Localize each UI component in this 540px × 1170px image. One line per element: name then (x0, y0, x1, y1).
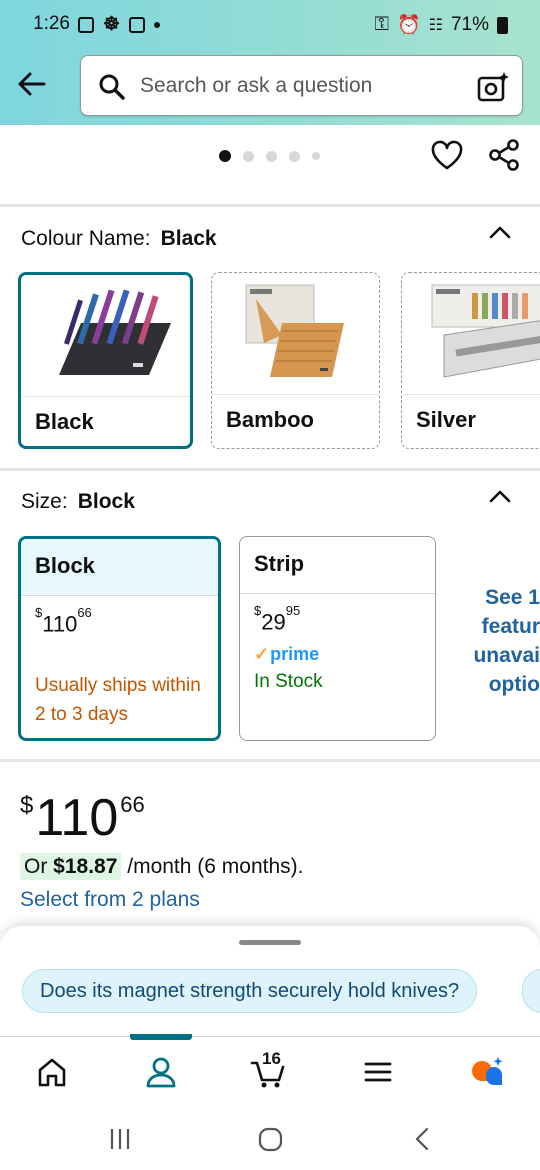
monthly-prefix: Or (24, 855, 48, 878)
alert-icon: ☸ (103, 14, 121, 35)
currency-symbol: $ (35, 605, 43, 620)
see-unavailable-options-link[interactable]: See 1 featur unavai optio (472, 583, 540, 699)
active-tab-indicator (130, 1034, 192, 1040)
chevron-up-icon[interactable] (488, 488, 512, 504)
monthly-suffix: /month (6 months). (127, 855, 304, 878)
card-separator (21, 595, 218, 596)
more-notifications-icon (154, 21, 161, 28)
image-carousel-dots[interactable] (219, 150, 320, 162)
search-placeholder: Search or ask a question (140, 74, 373, 97)
sheet-drag-handle[interactable] (239, 940, 301, 945)
status-bar: 1:26 ☸ ⚿ ⏰ ☷ 71% (0, 0, 540, 48)
recent-apps-icon[interactable] (105, 1124, 135, 1154)
carousel-dot (219, 150, 231, 162)
prime-badge: ✓prime (254, 644, 319, 665)
search-input[interactable]: Search or ask a question (80, 55, 523, 116)
prime-check-icon: ✓ (254, 644, 270, 664)
size-option-block[interactable]: Block $11066 Usually ships within 2 to 3… (18, 536, 221, 741)
price-cents: 95 (285, 603, 301, 618)
currency-symbol: $ (254, 603, 262, 618)
price-cents: 66 (120, 792, 145, 817)
colour-option-label: Black (35, 409, 94, 434)
status-system-icons: ⚿ ⏰ ☷ 71% (374, 13, 508, 37)
price-cents: 66 (77, 605, 92, 620)
back-arrow-icon[interactable] (14, 66, 50, 102)
chevron-up-icon[interactable] (488, 224, 512, 240)
status-notification-icons: ☸ (78, 13, 161, 36)
see-more-line: See 1 (485, 586, 540, 609)
battery-icon (497, 16, 508, 34)
carousel-dot (312, 152, 320, 160)
card-separator (402, 394, 540, 395)
colour-option-black[interactable]: Black (18, 272, 193, 449)
prime-text: prime (270, 644, 320, 664)
card-separator (21, 396, 190, 397)
shipping-estimate: Usually ships within 2 to 3 days (35, 675, 201, 725)
silver-strip-image (431, 284, 540, 378)
colour-name-label: Colour Name: Black (21, 227, 217, 251)
colour-option-bamboo[interactable]: Bamboo (211, 272, 380, 449)
status-time: 1:26 (33, 13, 70, 34)
home-button-icon[interactable] (256, 1124, 286, 1154)
card-separator (240, 593, 435, 594)
colour-option-silver[interactable]: Silver (401, 272, 540, 449)
key-icon: ⚿ (374, 14, 389, 35)
share-icon[interactable] (487, 138, 521, 172)
carousel-dot (289, 150, 300, 162)
rufus-bottom-sheet[interactable]: Does its magnet strength securely hold k… (0, 926, 540, 1036)
system-navigation-bar (0, 1104, 540, 1170)
suggested-question-chip[interactable] (522, 969, 540, 1013)
bamboo-block-image (245, 284, 344, 377)
heart-icon[interactable] (430, 139, 464, 171)
monthly-payment: Or $18.87 /month (6 months). (20, 853, 304, 880)
stock-status: In Stock (254, 671, 323, 692)
monthly-amount: $18.87 (53, 855, 118, 878)
size-option-title: Strip (254, 551, 305, 576)
size-option-title: Block (21, 539, 218, 595)
size-label-text: Size: (21, 490, 68, 513)
search-icon (99, 74, 125, 100)
account-icon[interactable] (143, 1055, 179, 1089)
price-whole: 110 (42, 611, 78, 637)
colour-label-text: Colour Name: (21, 227, 151, 250)
price-whole: 110 (35, 789, 119, 847)
carousel-dot (266, 150, 277, 162)
size-label: Size: Block (21, 490, 135, 514)
monthly-highlight: Or $18.87 (20, 853, 122, 880)
divider (0, 759, 540, 762)
alarm-icon: ⏰ (396, 15, 421, 36)
price-whole: 29 (261, 609, 286, 635)
size-option-price: $11066 (35, 605, 92, 637)
black-knife-set-image (59, 289, 171, 375)
price-currency: $ (20, 792, 34, 819)
menu-icon[interactable] (360, 1055, 396, 1089)
gallery-icon (78, 16, 94, 33)
see-more-line: unavai (473, 644, 540, 667)
size-selected-value: Block (77, 490, 135, 513)
carousel-dot (243, 150, 254, 162)
camera-search-icon[interactable] (476, 70, 510, 104)
colour-option-label: Bamboo (226, 407, 314, 432)
see-more-line: featur (481, 615, 540, 638)
see-more-line: optio (488, 673, 540, 696)
back-button-icon[interactable] (408, 1124, 438, 1154)
top-header: 1:26 ☸ ⚿ ⏰ ☷ 71% Search or ask a questio… (0, 0, 540, 125)
cart-count: 16 (262, 1049, 281, 1068)
wifi-signal-icon: ☷ (428, 17, 443, 34)
size-option-price: $2995 (254, 603, 300, 635)
suggested-question-chip[interactable]: Does its magnet strength securely hold k… (22, 969, 478, 1013)
select-plans-link[interactable]: Select from 2 plans (20, 888, 200, 912)
battery-percentage: 71% (450, 14, 489, 35)
card-separator (212, 394, 379, 395)
rufus-icon[interactable] (468, 1055, 504, 1089)
colour-selected-value: Black (160, 227, 217, 250)
colour-option-label: Silver (416, 407, 476, 432)
size-option-strip[interactable]: Strip $2995 ✓prime In Stock (239, 536, 436, 741)
calendar-icon (129, 16, 146, 33)
home-icon[interactable] (34, 1055, 70, 1089)
divider (0, 468, 540, 471)
divider (0, 204, 540, 207)
product-price: $11066 (20, 788, 145, 848)
bottom-navigation: 16 (0, 1034, 540, 1104)
